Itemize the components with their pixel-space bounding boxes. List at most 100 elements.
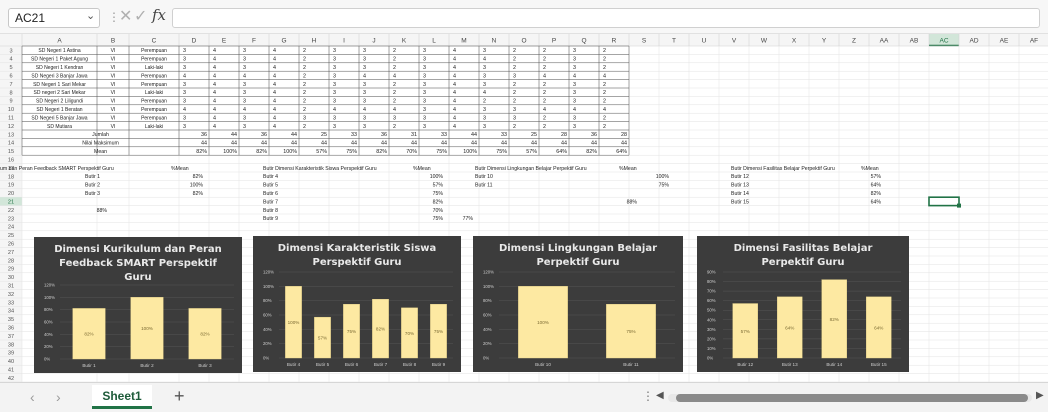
chart-kurikulum[interactable]: Dimensi Kurikulum dan Peran Feedback SMA… [34, 237, 242, 373]
fill-handle[interactable] [957, 203, 961, 208]
table-cell: 3 [363, 90, 366, 96]
column-header[interactable]: A [57, 38, 62, 45]
row-header[interactable]: 35 [8, 317, 14, 323]
row-header[interactable]: 32 [8, 292, 14, 298]
row-header[interactable]: 37 [8, 334, 14, 340]
summary-header: %Mean [861, 166, 879, 172]
column-header[interactable]: H [312, 38, 317, 45]
column-header[interactable]: AA [880, 38, 889, 45]
column-header[interactable]: W [761, 38, 768, 45]
row-header[interactable]: 25 [8, 233, 14, 239]
table-cell: SD Negeri 1 Astina [38, 48, 80, 54]
column-header[interactable]: U [702, 38, 707, 45]
column-header[interactable]: E [222, 38, 227, 45]
row-header[interactable]: 3 [9, 48, 12, 54]
column-header[interactable]: AD [969, 38, 978, 45]
row-header[interactable]: 18 [8, 174, 14, 180]
row-header[interactable]: 8 [9, 90, 12, 96]
row-header[interactable]: 29 [8, 267, 14, 273]
table-cell: 4 [393, 107, 396, 113]
horizontal-scrollbar-thumb[interactable] [676, 394, 1028, 402]
column-header[interactable]: Y [822, 38, 827, 45]
row-header[interactable]: 36 [8, 326, 14, 332]
row-header[interactable]: 28 [8, 258, 14, 264]
column-header[interactable]: D [192, 38, 197, 45]
row-header[interactable]: 7 [9, 82, 12, 88]
column-header[interactable]: AE [1000, 38, 1009, 45]
row-header[interactable]: 12 [8, 124, 14, 130]
column-header[interactable]: I [343, 38, 345, 45]
row-header[interactable]: 27 [8, 250, 14, 256]
row-header[interactable]: 10 [8, 107, 14, 113]
row-header[interactable]: 39 [8, 351, 14, 357]
row-header[interactable]: 9 [9, 99, 12, 105]
column-header[interactable]: V [732, 38, 737, 45]
row-header[interactable]: 13 [8, 132, 14, 138]
scroll-left-icon[interactable]: ◀ [656, 390, 664, 401]
column-header[interactable]: L [432, 38, 436, 45]
chart-karakteristik[interactable]: Dimensi Karakteristik Siswa Perspektif G… [253, 236, 461, 372]
table-cell: 2 [513, 57, 516, 63]
chevron-left-icon[interactable]: ‹ [30, 389, 35, 405]
column-header[interactable]: R [612, 38, 617, 45]
column-header[interactable]: AC [939, 38, 948, 45]
cancel-icon[interactable]: ✕ [119, 6, 132, 26]
scroll-right-icon[interactable]: ▶ [1036, 390, 1044, 401]
column-header[interactable]: N [492, 38, 497, 45]
row-header[interactable]: 14 [8, 141, 14, 147]
row-header[interactable]: 11 [8, 116, 14, 122]
sheet-tab[interactable]: Sheet1 [92, 385, 152, 409]
column-header[interactable]: F [252, 38, 256, 45]
column-header[interactable]: J [372, 38, 375, 45]
table-cell: 4 [453, 115, 456, 121]
insert-function-icon[interactable]: fx [152, 6, 166, 24]
column-header[interactable]: T [672, 38, 676, 45]
row-header[interactable]: 22 [8, 208, 14, 214]
column-header[interactable]: C [152, 38, 157, 45]
column-header[interactable]: Q [581, 38, 586, 45]
chevron-down-icon[interactable]: ⌄ [86, 9, 95, 22]
chart-fasilitas[interactable]: Dimensi Fasilitas Belajar Perpektif Guru… [697, 236, 909, 372]
row-header[interactable]: 20 [8, 191, 14, 197]
row-header[interactable]: 24 [8, 225, 14, 231]
row-header[interactable]: 21 [8, 200, 14, 206]
row-header[interactable]: 16 [8, 158, 14, 164]
row-header[interactable]: 30 [8, 275, 14, 281]
row-header[interactable]: 31 [8, 284, 14, 290]
summary-header: Butir Dimensi Karakteristik Siswa Perspe… [263, 166, 377, 172]
row-header[interactable]: 23 [8, 216, 14, 222]
row-header[interactable]: 42 [8, 376, 14, 382]
column-header[interactable]: AF [1030, 38, 1038, 45]
row-header[interactable]: 5 [9, 65, 12, 71]
row-header[interactable]: 6 [9, 74, 12, 80]
column-header[interactable]: G [281, 38, 286, 45]
row-header[interactable]: 4 [9, 57, 12, 63]
more-icon[interactable]: ⋮ [642, 389, 654, 403]
row-header[interactable]: 40 [8, 359, 14, 365]
row-header[interactable]: 38 [8, 342, 14, 348]
row-header[interactable]: 41 [8, 368, 14, 374]
row-header[interactable]: 33 [8, 300, 14, 306]
column-header[interactable]: K [402, 38, 407, 45]
more-icon[interactable]: ⋮ [108, 10, 120, 24]
column-header[interactable]: S [642, 38, 647, 45]
row-header[interactable]: 19 [8, 183, 14, 189]
row-header[interactable]: 26 [8, 242, 14, 248]
chevron-right-icon[interactable]: › [56, 389, 61, 405]
worksheet-grid[interactable]: ABCDEFGHIJKLMNOPQRSTUVWXYZAAABACADAEAFAG… [0, 34, 1048, 382]
confirm-icon[interactable]: ✓ [134, 6, 147, 26]
selected-cell[interactable] [928, 196, 960, 207]
add-sheet-button[interactable]: + [174, 386, 185, 407]
row-header[interactable]: 15 [8, 149, 14, 155]
summary-cell: 44 [471, 141, 477, 147]
column-header[interactable]: B [111, 38, 115, 45]
chart-lingkungan[interactable]: Dimensi Lingkungan Belajar Perpektif Gur… [473, 236, 683, 372]
column-header[interactable]: O [521, 38, 526, 45]
column-header[interactable]: X [792, 38, 797, 45]
formula-input[interactable] [172, 8, 1040, 28]
column-header[interactable]: AB [910, 38, 919, 45]
column-header[interactable]: Z [852, 38, 856, 45]
column-header[interactable]: P [552, 38, 556, 45]
column-header[interactable]: M [461, 38, 466, 45]
row-header[interactable]: 34 [8, 309, 14, 315]
